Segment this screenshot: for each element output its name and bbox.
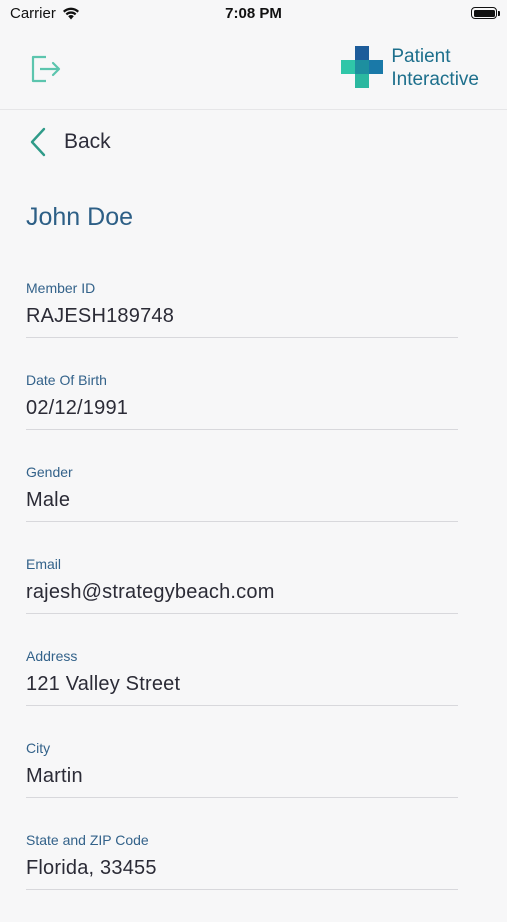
field-label: Member ID	[26, 280, 96, 296]
brand-line-1: Patient	[391, 46, 451, 67]
logout-icon	[31, 55, 61, 83]
field-value: Florida, 33455	[26, 857, 157, 879]
field-city: City Martin	[26, 738, 458, 830]
app-header: Patient Interactive	[0, 28, 507, 110]
field-divider	[26, 797, 458, 798]
field-gender: Gender Male	[26, 462, 458, 554]
field-divider	[26, 889, 458, 890]
field-label: Email	[26, 556, 62, 572]
field-divider	[26, 337, 458, 338]
field-divider	[26, 521, 458, 522]
back-label: Back	[64, 130, 111, 153]
field-divider	[26, 705, 458, 706]
brand-logo: Patient Interactive	[341, 45, 479, 91]
field-address: Address 121 Valley Street	[26, 646, 458, 738]
patient-details: Member ID RAJESH189748 Date Of Birth 02/…	[26, 278, 458, 922]
field-divider	[26, 429, 458, 430]
battery-tip	[498, 11, 500, 16]
medical-cross-logo-icon	[341, 46, 384, 88]
field-label: Date Of Birth	[26, 372, 107, 388]
field-label: Address	[26, 648, 78, 664]
field-label: Gender	[26, 464, 73, 480]
patient-name: John Doe	[26, 203, 134, 231]
field-value: RAJESH189748	[26, 305, 175, 327]
field-value: Martin	[26, 765, 83, 787]
battery-icon	[471, 7, 497, 19]
field-value: rajesh@strategybeach.com	[26, 581, 275, 603]
field-value: 02/12/1991	[26, 397, 129, 419]
field-date-of-birth: Date Of Birth 02/12/1991	[26, 370, 458, 462]
field-label: State and ZIP Code	[26, 832, 149, 848]
field-value: 121 Valley Street	[26, 673, 181, 695]
field-label: City	[26, 740, 51, 756]
logout-button[interactable]	[26, 50, 64, 88]
field-value: Male	[26, 489, 71, 511]
status-bar: Carrier 7:08 PM	[0, 0, 507, 28]
back-button[interactable]: Back	[28, 126, 111, 158]
chevron-left-icon	[30, 127, 46, 157]
status-time: 7:08 PM	[225, 5, 282, 22]
brand-line-2: Interactive	[391, 69, 479, 90]
field-state-zip: State and ZIP Code Florida, 33455	[26, 830, 458, 922]
field-member-id: Member ID RAJESH189748	[26, 278, 458, 370]
field-email: Email rajesh@strategybeach.com	[26, 554, 458, 646]
field-divider	[26, 613, 458, 614]
brand-name: Patient Interactive	[391, 45, 479, 91]
